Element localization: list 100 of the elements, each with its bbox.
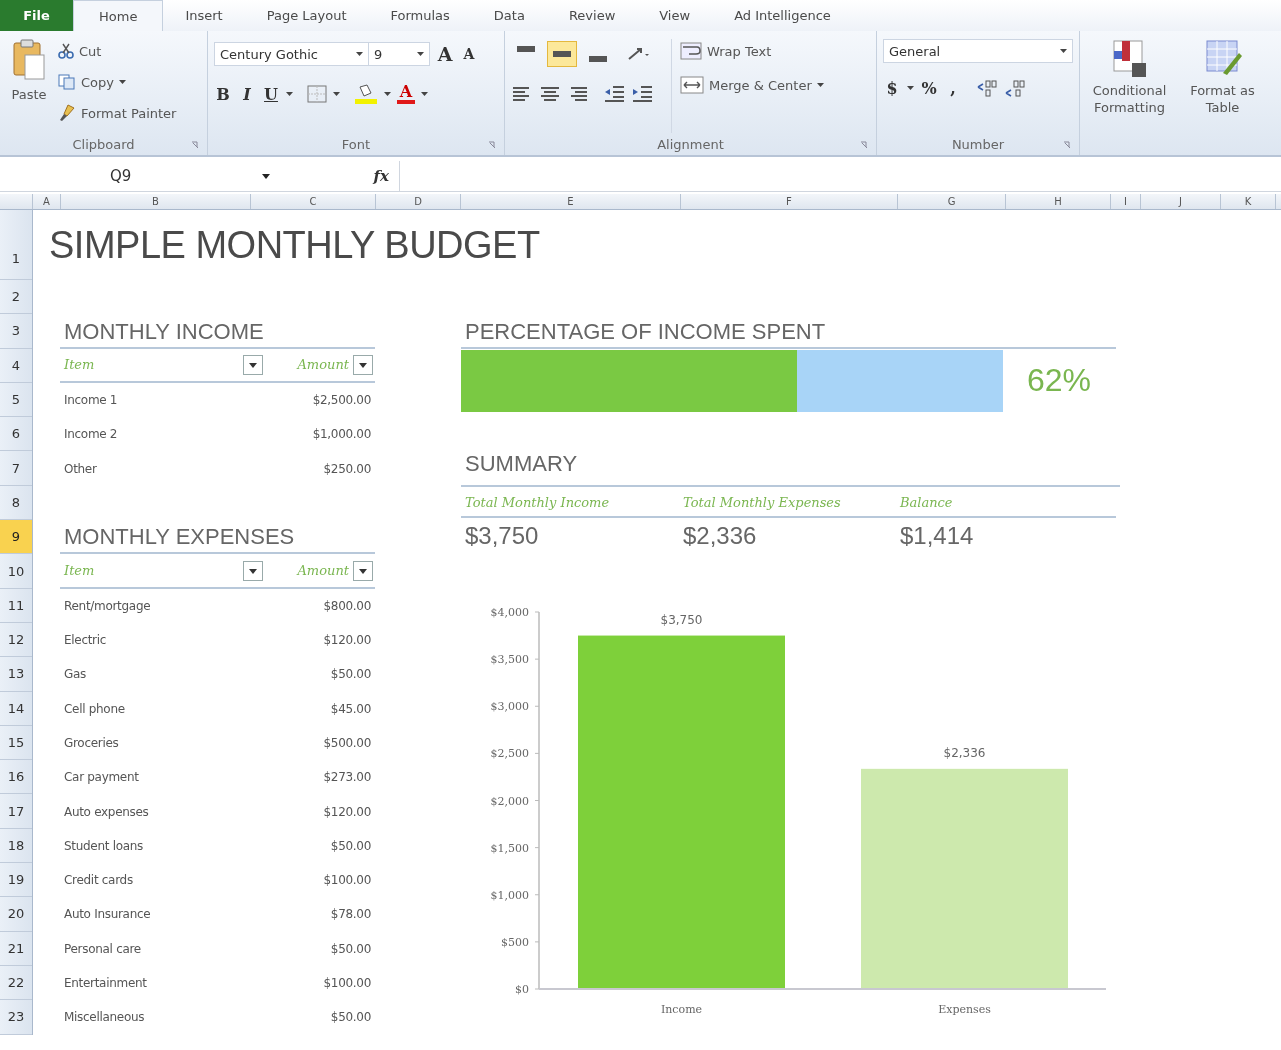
ribbon-tab[interactable]: Ad Intelligence — [712, 0, 853, 31]
column-header[interactable]: G — [898, 194, 1006, 209]
filter-dropdown-icon[interactable] — [243, 354, 264, 375]
table-cell: Car payment — [64, 770, 139, 785]
file-tab[interactable]: File — [0, 0, 73, 31]
row-header[interactable]: 23 — [0, 1000, 32, 1035]
underline-button[interactable]: U — [262, 84, 280, 104]
shrink-font-button[interactable]: A — [460, 46, 478, 62]
copy-button[interactable]: Copy — [58, 70, 177, 94]
row-header[interactable]: 15 — [0, 725, 32, 761]
insert-function-button[interactable]: fx — [373, 167, 389, 185]
orientation-icon[interactable] — [627, 46, 651, 62]
table-cell: $50.00 — [330, 1010, 371, 1025]
indent-icon[interactable] — [603, 85, 625, 103]
dialog-launcher-icon[interactable] — [1063, 141, 1071, 149]
row-header[interactable]: 16 — [0, 760, 32, 795]
row-header[interactable]: 18 — [0, 828, 32, 864]
row-header[interactable]: 22 — [0, 965, 32, 1001]
table-cell: $50.00 — [330, 941, 371, 956]
axis-tick-label: $2,500 — [490, 746, 529, 760]
font-color-button[interactable]: A — [397, 84, 415, 104]
ribbon-tab[interactable]: Page Layout — [244, 0, 369, 31]
table-cell: Gas — [64, 667, 86, 682]
axis-tick-label: $4,000 — [490, 605, 529, 619]
grow-font-button[interactable]: A — [436, 43, 454, 65]
currency-button[interactable]: $ — [883, 78, 901, 98]
decrease-decimal-icon[interactable] — [1004, 79, 1026, 97]
data-label: $2,336 — [943, 745, 986, 760]
format-painter-button[interactable]: Format Painter — [58, 101, 177, 125]
section-title: SUMMARY — [465, 450, 578, 476]
table-cell: Credit cards — [64, 873, 133, 888]
percent-button[interactable]: % — [920, 78, 938, 98]
font-size-dropdown[interactable]: 9 — [368, 42, 430, 66]
ribbon-tab[interactable]: Review — [546, 0, 638, 31]
name-box[interactable]: Q9 — [30, 167, 270, 185]
row-header[interactable]: 4 — [0, 348, 32, 383]
ribbon-tab[interactable]: Data — [471, 0, 547, 31]
indent-icon[interactable] — [631, 85, 653, 103]
row-header[interactable]: 14 — [0, 691, 32, 726]
column-header[interactable]: C — [251, 194, 376, 209]
column-header[interactable]: B — [61, 194, 251, 209]
caret-icon[interactable] — [286, 92, 293, 96]
row-header[interactable]: 6 — [0, 417, 32, 452]
row-header[interactable]: 1 — [0, 210, 32, 280]
caret-icon[interactable] — [333, 92, 340, 96]
bold-button[interactable]: B — [214, 84, 232, 104]
column-header[interactable]: K — [1221, 194, 1276, 209]
row-header[interactable]: 3 — [0, 314, 32, 349]
cut-button[interactable]: Cut — [58, 39, 177, 63]
row-header[interactable]: 13 — [0, 657, 32, 692]
dialog-launcher-icon[interactable] — [488, 141, 496, 149]
column-header[interactable]: J — [1141, 194, 1221, 209]
scissors-icon — [58, 43, 74, 59]
merge-center-button[interactable]: Merge & Center — [680, 73, 824, 97]
fill-color-icon[interactable] — [354, 83, 378, 105]
row-header[interactable]: 2 — [0, 280, 32, 315]
summary-value: $2,336 — [682, 520, 758, 551]
format-as-table-button[interactable]: Format as Table — [1179, 39, 1266, 155]
row-header[interactable]: 19 — [0, 863, 32, 898]
column-header[interactable]: F — [681, 194, 898, 209]
caret-icon[interactable] — [421, 92, 428, 96]
caret-icon[interactable] — [907, 86, 914, 90]
paste-button[interactable]: Paste — [6, 39, 52, 133]
category-label: Income — [660, 1002, 703, 1016]
row-header[interactable]: 17 — [0, 794, 32, 829]
column-header[interactable]: E — [461, 194, 681, 209]
table-cell: Income 2 — [64, 427, 118, 442]
column-header[interactable]: I — [1111, 194, 1141, 209]
comma-style-button[interactable]: , — [944, 78, 962, 98]
row-header[interactable]: 20 — [0, 897, 32, 932]
row-header[interactable]: 11 — [0, 588, 32, 623]
increase-decimal-icon[interactable] — [976, 79, 998, 97]
column-header[interactable]: H — [1006, 194, 1111, 209]
column-header[interactable]: A — [33, 194, 61, 209]
caret-icon[interactable] — [384, 92, 391, 96]
italic-button[interactable]: I — [238, 84, 256, 104]
filter-dropdown-icon[interactable] — [353, 354, 373, 375]
dialog-launcher-icon[interactable] — [860, 141, 868, 149]
percentage-value: 62% — [1027, 362, 1092, 400]
ribbon-tab[interactable]: Insert — [163, 0, 245, 31]
dialog-launcher-icon[interactable] — [191, 141, 199, 149]
row-header[interactable]: 5 — [0, 382, 32, 418]
row-header[interactable]: 21 — [0, 931, 32, 966]
row-header[interactable]: 12 — [0, 622, 32, 658]
ribbon-tab[interactable]: Home — [73, 0, 164, 31]
ribbon-tab[interactable]: Formulas — [368, 0, 472, 31]
column-header[interactable]: D — [376, 194, 461, 209]
row-header[interactable]: 7 — [0, 451, 32, 486]
number-format-dropdown[interactable]: General — [883, 39, 1073, 63]
ribbon-tab[interactable]: View — [637, 0, 713, 31]
text-align-icon[interactable] — [539, 86, 561, 102]
wrap-text-button[interactable]: Wrap Text — [680, 39, 824, 63]
table-cell: Entertainment — [64, 976, 147, 991]
font-family-dropdown[interactable]: Century Gothic — [214, 42, 369, 66]
row-header[interactable]: 10 — [0, 554, 32, 589]
filter-dropdown-icon[interactable] — [353, 560, 373, 581]
filter-dropdown-icon[interactable] — [243, 560, 264, 581]
row-header[interactable]: 9 — [0, 520, 32, 555]
conditional-formatting-button[interactable]: Conditional Formatting — [1086, 39, 1173, 155]
vertical-align-button[interactable] — [547, 41, 577, 67]
